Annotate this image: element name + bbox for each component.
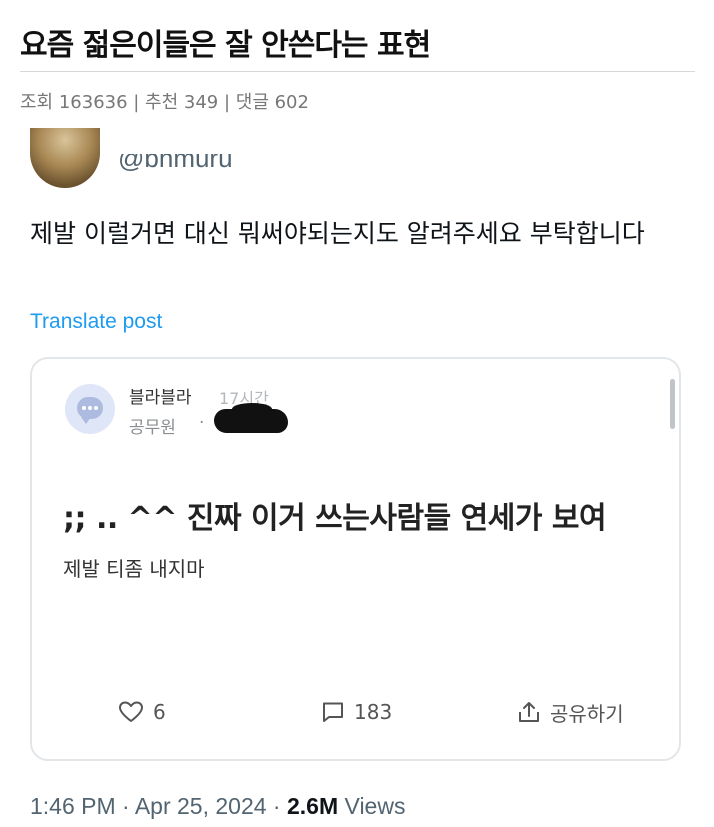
author-avatar[interactable] bbox=[30, 128, 100, 188]
heart-icon bbox=[119, 701, 143, 722]
translate-post-link[interactable]: Translate post bbox=[30, 310, 162, 334]
like-count: 6 bbox=[153, 700, 166, 724]
title-divider bbox=[20, 71, 695, 72]
tweet-footer: 1:46 PM · Apr 25, 2024 · 2.6M Views bbox=[30, 793, 405, 820]
chat-bubble-icon bbox=[65, 384, 115, 434]
post-title: 요즘 젊은이들은 잘 안쓴다는 표현 bbox=[20, 28, 431, 63]
embed-job: 공무원 bbox=[129, 418, 176, 438]
comment-count: 183 bbox=[354, 700, 393, 724]
embed-separator: · bbox=[199, 413, 205, 433]
views-count[interactable]: 2.6M bbox=[287, 793, 338, 819]
share-button[interactable]: 공유하기 bbox=[517, 699, 624, 726]
redaction-scribble bbox=[214, 403, 288, 433]
views-label: Views bbox=[338, 793, 406, 819]
embed-username: 블라블라 bbox=[129, 388, 192, 408]
share-icon bbox=[519, 702, 539, 722]
embed-body: 제발 티좀 내지마 bbox=[63, 557, 205, 581]
embed-headline: ;; .. ^^ 진짜 이거 쓰는사람들 연세가 보여 bbox=[63, 501, 607, 536]
comment-button[interactable]: 183 bbox=[321, 699, 392, 725]
author-handle[interactable]: @bhmuru bbox=[118, 154, 233, 180]
comment-icon bbox=[323, 702, 343, 722]
post-meta: 조회 163636 | 추천 349 | 댓글 602 bbox=[20, 92, 309, 113]
tweet-timestamp[interactable]: 1:46 PM · Apr 25, 2024 · bbox=[30, 793, 287, 819]
share-label: 공유하기 bbox=[550, 701, 624, 726]
author-handle-text: @bhmuru bbox=[118, 154, 233, 173]
like-button[interactable]: 6 bbox=[118, 699, 166, 725]
scrollbar[interactable] bbox=[670, 379, 675, 429]
tweet-text: 제발 이럴거면 대신 뭐써야되는지도 알려주세요 부탁합니다 bbox=[30, 219, 645, 248]
embedded-post-card: 블라블라 17시간 공무원 · ;; .. ^^ 진짜 이거 쓰는사람들 연세가… bbox=[30, 357, 681, 761]
